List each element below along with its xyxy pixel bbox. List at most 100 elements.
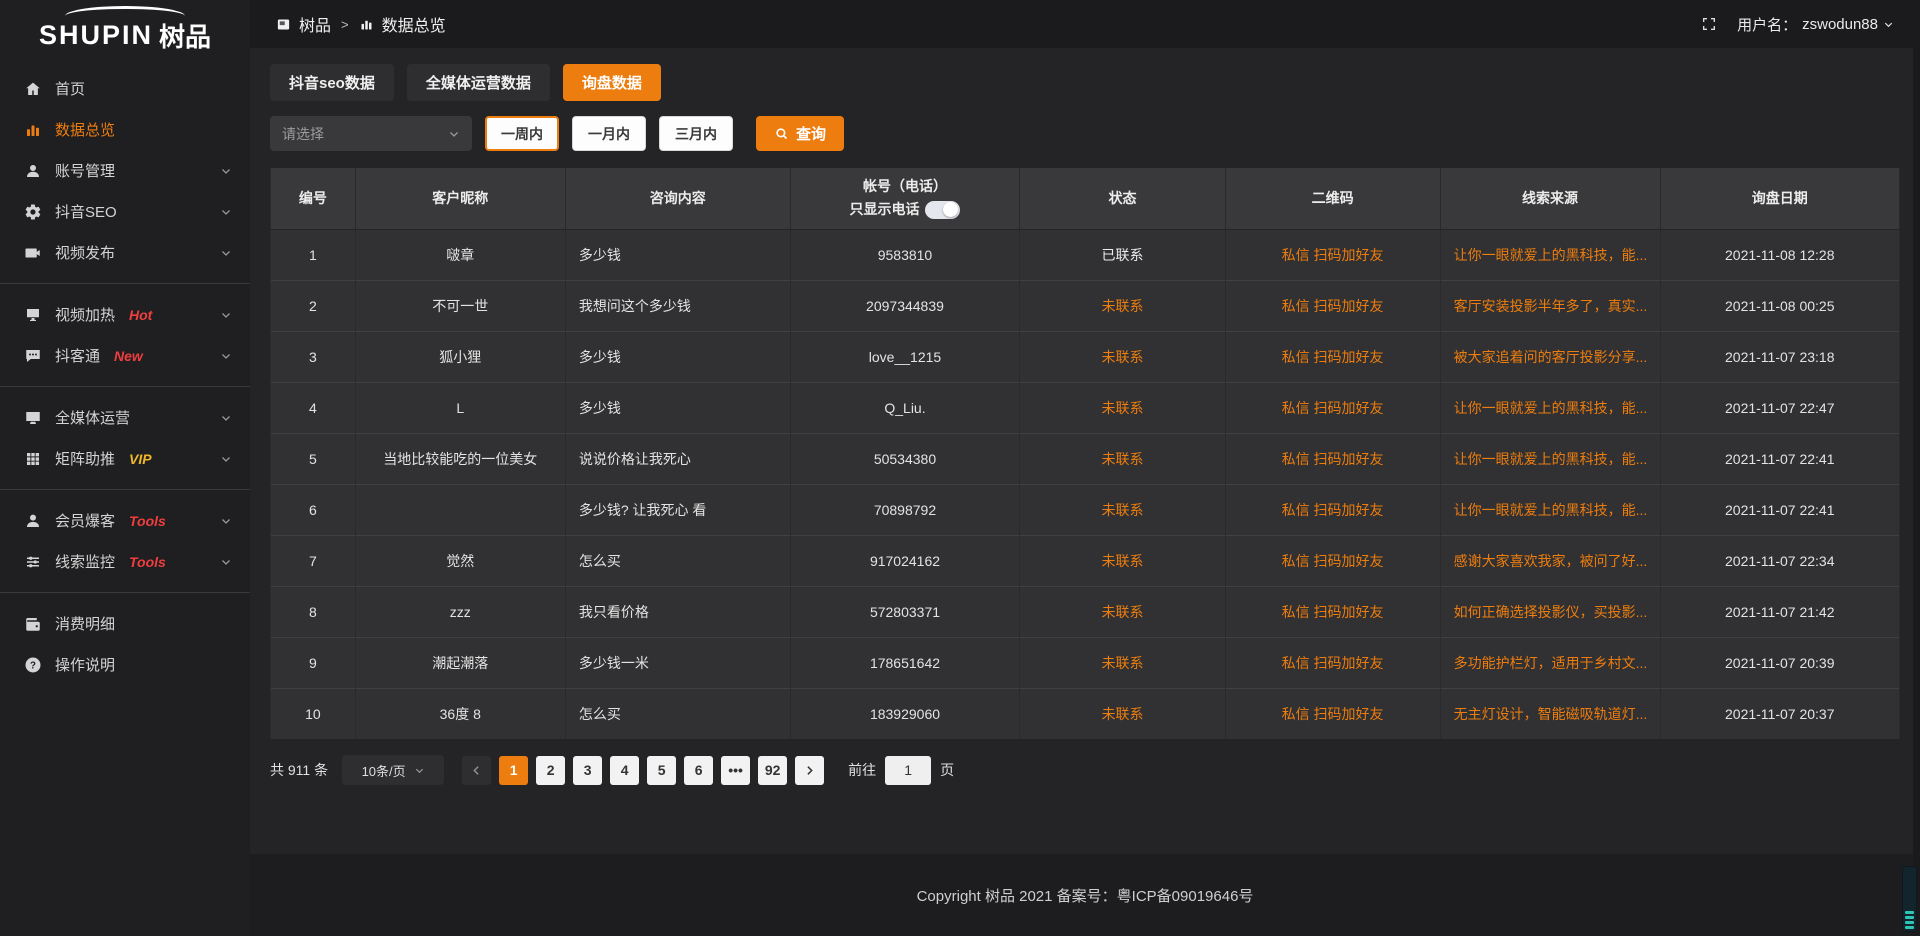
sidebar-item-douyin-seo[interactable]: 抖音SEO [0, 191, 250, 232]
sidebar-item-video-publish[interactable]: 视频发布 [0, 232, 250, 273]
range-button-2[interactable]: 三月内 [659, 116, 733, 151]
pagination: 共 911 条 10条/页 123456•••92 前往 页 [270, 755, 1900, 785]
cell-id: 6 [271, 484, 356, 535]
sidebar-item-consumption-detail[interactable]: 消费明细 [0, 603, 250, 644]
phone-only-toggle[interactable] [925, 201, 960, 219]
page-button-6[interactable]: 6 [684, 756, 713, 785]
cell-qrcode-link[interactable]: 私信 扫码加好友 [1225, 586, 1440, 637]
cell-qrcode-link[interactable]: 私信 扫码加好友 [1225, 484, 1440, 535]
breadcrumb-current: 数据总览 [382, 12, 446, 36]
cell-qrcode-link[interactable]: 私信 扫码加好友 [1225, 637, 1440, 688]
cell-qrcode-link[interactable]: 私信 扫码加好友 [1225, 331, 1440, 382]
page-button-3[interactable]: 3 [573, 756, 602, 785]
range-button-0[interactable]: 一周内 [485, 116, 559, 151]
table-header: 编号客户昵称咨询内容帐号（电话）只显示电话状态二维码线索来源询盘日期 [271, 168, 1900, 229]
sidebar-nav: 首页数据总览账号管理抖音SEO视频发布视频加热 Hot 抖客通New 全媒体运营矩阵助… [0, 60, 250, 936]
column-header-3: 帐号（电话）只显示电话 [790, 168, 1020, 229]
sidebar-item-label: 视频加热 [55, 304, 115, 325]
column-header-6: 线索来源 [1440, 168, 1660, 229]
cell-source-link[interactable]: 让你一眼就爱上的黑科技，能... [1440, 229, 1660, 280]
prev-page-button[interactable] [462, 756, 491, 785]
user-menu[interactable]: 用户名： zswodun88 [1737, 14, 1894, 35]
app-logo[interactable]: SHUPIN 树品 [0, 2, 250, 60]
cell-source-link[interactable]: 让你一眼就爱上的黑科技，能... [1440, 484, 1660, 535]
cell-source-link[interactable]: 感谢大家喜欢我家，被问了好... [1440, 535, 1660, 586]
content-area: 抖音seo数据全媒体运营数据询盘数据 请选择 一周内一月内三月内 查询 [250, 48, 1920, 785]
floating-widget[interactable] [1902, 866, 1917, 932]
chevron-left-icon [470, 764, 483, 777]
sidebar-item-home[interactable]: 首页 [0, 68, 250, 109]
sidebar-item-omnimedia-operation[interactable]: 全媒体运营 [0, 397, 250, 438]
page-button-92[interactable]: 92 [758, 756, 787, 785]
cell-source-link[interactable]: 无主灯设计，智能磁吸轨道灯... [1440, 688, 1660, 739]
video-icon [24, 244, 42, 262]
cell-date: 2021-11-08 00:25 [1660, 280, 1900, 331]
page-scrollbar[interactable] [1913, 0, 1920, 936]
inquiry-table-wrap: 编号客户昵称咨询内容帐号（电话）只显示电话状态二维码线索来源询盘日期 1啵章多少… [270, 168, 1900, 739]
search-button[interactable]: 查询 [756, 116, 844, 151]
range-button-1[interactable]: 一月内 [572, 116, 646, 151]
column-header-5: 二维码 [1225, 168, 1440, 229]
cell-date: 2021-11-07 23:18 [1660, 331, 1900, 382]
page-button-2[interactable]: 2 [536, 756, 565, 785]
tab-inquiry-data[interactable]: 询盘数据 [563, 64, 661, 101]
sidebar-item-matrix-boost[interactable]: 矩阵助推VIP [0, 438, 250, 479]
goto-page-input[interactable] [885, 756, 931, 785]
filter-select[interactable]: 请选择 [270, 116, 472, 151]
sidebar-item-label: 全媒体运营 [55, 407, 130, 428]
cell-content: 我想问这个多少钱 [565, 280, 790, 331]
page-button-4[interactable]: 4 [610, 756, 639, 785]
tab-omnimedia-data[interactable]: 全媒体运营数据 [407, 64, 550, 101]
sidebar-item-label: 线索监控 [55, 551, 115, 572]
fullscreen-icon[interactable] [1701, 16, 1717, 32]
sidebar-item-clue-monitor[interactable]: 线索监控Tools [0, 541, 250, 582]
sidebar-divider [0, 489, 250, 490]
chevron-down-icon [220, 350, 232, 362]
sidebar-item-douketong[interactable]: 抖客通New [0, 335, 250, 376]
cell-id: 10 [271, 688, 356, 739]
cell-source-link[interactable]: 如何正确选择投影仪，买投影... [1440, 586, 1660, 637]
table-row: 8zzz我只看价格572803371未联系私信 扫码加好友如何正确选择投影仪，买… [271, 586, 1900, 637]
sidebar-item-video-heating[interactable]: 视频加热 Hot [0, 294, 250, 335]
page-size-select[interactable]: 10条/页 [342, 755, 444, 785]
footer: Copyright 树品 2021 备案号：粤ICP备09019646号 [250, 854, 1920, 936]
cell-content: 怎么买 [565, 688, 790, 739]
column-header-1: 客户昵称 [355, 168, 565, 229]
sidebar-item-data-overview[interactable]: 数据总览 [0, 109, 250, 150]
date-range-group: 一周内一月内三月内 [485, 116, 733, 151]
cell-qrcode-link[interactable]: 私信 扫码加好友 [1225, 382, 1440, 433]
table-row: 1啵章多少钱9583810已联系私信 扫码加好友让你一眼就爱上的黑科技，能...… [271, 229, 1900, 280]
sidebar: SHUPIN 树品 首页数据总览账号管理抖音SEO视频发布视频加热 Hot 抖客通N… [0, 0, 250, 936]
cell-source-link[interactable]: 多功能护栏灯，适用于乡村文... [1440, 637, 1660, 688]
cell-account: 178651642 [790, 637, 1020, 688]
breadcrumb: 树品 > 数据总览 [276, 12, 446, 36]
cell-source-link[interactable]: 让你一眼就爱上的黑科技，能... [1440, 382, 1660, 433]
tab-douyin-seo-data[interactable]: 抖音seo数据 [270, 64, 394, 101]
cell-qrcode-link[interactable]: 私信 扫码加好友 [1225, 535, 1440, 586]
cell-status: 未联系 [1020, 433, 1225, 484]
cell-source-link[interactable]: 客厅安装投影半年多了，真实... [1440, 280, 1660, 331]
total-count: 共 911 条 [270, 760, 328, 780]
sidebar-item-operation-guide[interactable]: ?操作说明 [0, 644, 250, 685]
sidebar-item-account-management[interactable]: 账号管理 [0, 150, 250, 191]
cell-source-link[interactable]: 被大家追着问的客厅投影分享... [1440, 331, 1660, 382]
cell-qrcode-link[interactable]: 私信 扫码加好友 [1225, 688, 1440, 739]
page-ellipsis-button[interactable]: ••• [721, 756, 750, 785]
sidebar-item-member-baoke[interactable]: 会员爆客Tools [0, 500, 250, 541]
next-page-button[interactable] [795, 756, 824, 785]
cell-qrcode-link[interactable]: 私信 扫码加好友 [1225, 229, 1440, 280]
page-button-1[interactable]: 1 [499, 756, 528, 785]
table-row: 7觉然怎么买917024162未联系私信 扫码加好友感谢大家喜欢我家，被问了好.… [271, 535, 1900, 586]
cell-qrcode-link[interactable]: 私信 扫码加好友 [1225, 280, 1440, 331]
data-tabs: 抖音seo数据全媒体运营数据询盘数据 [270, 64, 1900, 101]
cell-id: 8 [271, 586, 356, 637]
cell-nickname: L [355, 382, 565, 433]
page-button-5[interactable]: 5 [647, 756, 676, 785]
cell-qrcode-link[interactable]: 私信 扫码加好友 [1225, 433, 1440, 484]
breadcrumb-root[interactable]: 树品 [299, 12, 331, 36]
badge-hot: Hot [129, 307, 152, 323]
column-header-account-title: 帐号（电话） [791, 176, 1020, 197]
sidebar-item-label: 会员爆客 [55, 510, 115, 531]
cell-source-link[interactable]: 让你一眼就爱上的黑科技，能... [1440, 433, 1660, 484]
cell-id: 4 [271, 382, 356, 433]
